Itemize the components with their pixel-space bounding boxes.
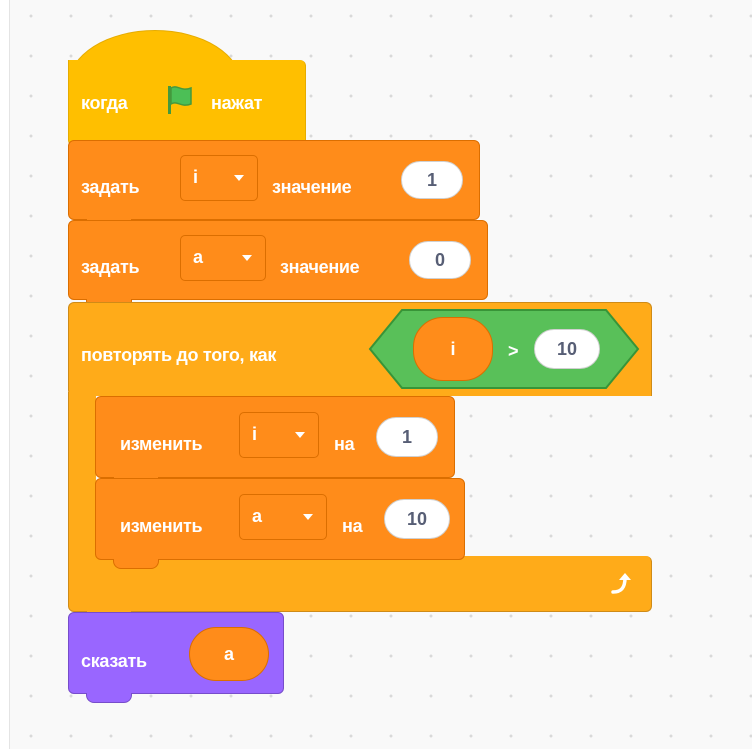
chevron-down-icon: [295, 432, 305, 438]
value-text: 1: [426, 170, 437, 190]
value-input[interactable]: 10: [384, 499, 450, 539]
operator-symbol: >: [508, 341, 519, 361]
by-label: на: [342, 516, 363, 536]
variable-dropdown-i[interactable]: i: [239, 412, 319, 458]
value-input[interactable]: 1: [401, 161, 463, 199]
when-label: когда: [81, 93, 128, 113]
dropdown-value: i: [252, 424, 258, 444]
chevron-down-icon: [242, 255, 252, 261]
say-block[interactable]: сказать a: [68, 612, 284, 694]
chevron-down-icon: [303, 514, 313, 520]
change-a-block[interactable]: изменить a на 10: [95, 478, 465, 560]
value-label: значение: [272, 177, 352, 197]
reporter-text: a: [223, 644, 234, 664]
reporter-text: i: [450, 339, 456, 359]
value-text: 1: [401, 427, 412, 447]
set-label: задать: [81, 257, 140, 277]
value-text: 10: [406, 509, 428, 529]
variable-reporter-i[interactable]: i: [413, 317, 493, 381]
set-a-block[interactable]: задать a значение 0: [68, 220, 488, 300]
change-label: изменить: [120, 434, 203, 454]
set-i-block[interactable]: задать i значение 1: [68, 140, 480, 220]
workspace-left-edge: [0, 0, 10, 749]
value-text: 10: [556, 339, 578, 359]
clicked-label: нажат: [211, 93, 263, 113]
variable-dropdown-i[interactable]: i: [180, 155, 258, 201]
change-label: изменить: [120, 516, 203, 536]
compare-value-input[interactable]: 10: [534, 329, 600, 369]
variable-reporter-a[interactable]: a: [189, 627, 269, 681]
by-label: на: [334, 434, 355, 454]
repeat-until-label: повторять до того, как: [81, 345, 277, 365]
dropdown-value: i: [193, 167, 199, 187]
dropdown-value: a: [252, 506, 263, 526]
value-text: 0: [434, 250, 445, 270]
green-flag-icon: [168, 86, 192, 114]
variable-dropdown-a[interactable]: a: [239, 494, 327, 540]
chevron-down-icon: [234, 175, 244, 181]
change-i-block[interactable]: изменить i на 1: [95, 396, 455, 478]
repeat-until-arm: [68, 392, 96, 560]
when-flag-clicked-block[interactable]: когда нажат: [68, 60, 306, 146]
block-notch: [86, 693, 132, 703]
variable-dropdown-a[interactable]: a: [180, 235, 266, 281]
loop-arrow-icon: [611, 573, 631, 594]
dropdown-value: a: [193, 247, 204, 267]
value-label: значение: [280, 257, 360, 277]
block-notch: [113, 559, 159, 569]
value-input[interactable]: 1: [376, 417, 438, 457]
say-label: сказать: [81, 651, 147, 671]
value-input[interactable]: 0: [409, 241, 471, 279]
set-label: задать: [81, 177, 140, 197]
